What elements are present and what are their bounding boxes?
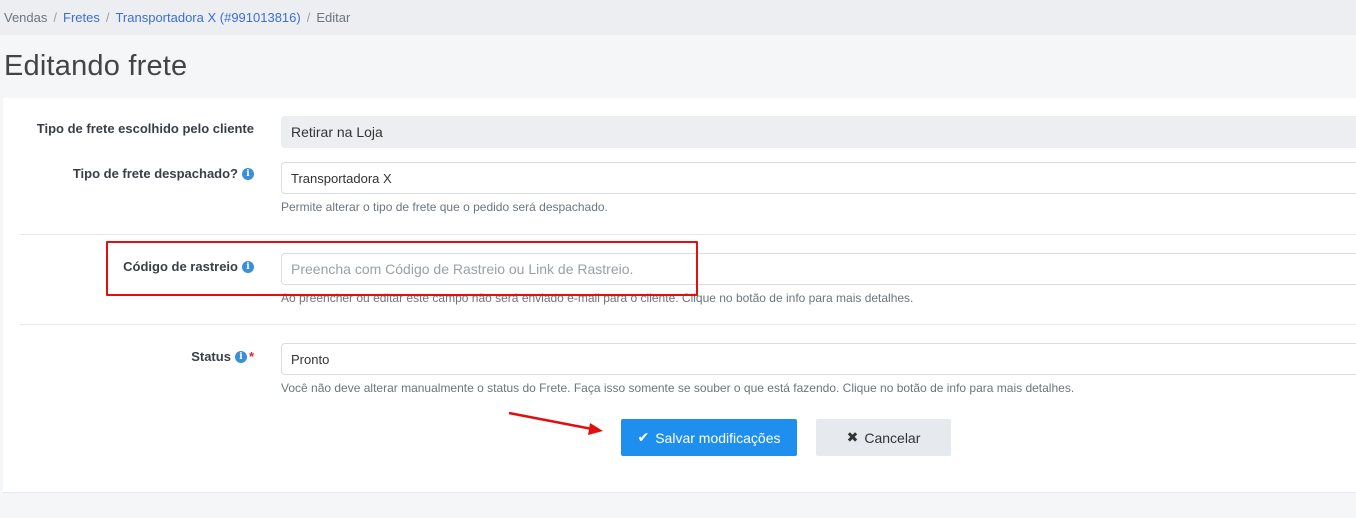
tipo-escolhido-label-text: Tipo de frete escolhido pelo cliente xyxy=(36,121,254,136)
tipo-despachado-value: Transportadora X xyxy=(291,170,392,186)
tipo-despachado-help: Permite alterar o tipo de frete que o pe… xyxy=(281,200,608,214)
status-label-text: Status xyxy=(191,349,231,364)
tipo-despachado-label-text: Tipo de frete despachado? xyxy=(72,166,238,181)
breadcrumb-separator: / xyxy=(306,10,311,25)
status-label: Status i * xyxy=(20,349,254,364)
required-marker: * xyxy=(248,349,254,364)
status-value: Pronto xyxy=(291,351,330,367)
tipo-escolhido-value: Retirar na Loja xyxy=(291,124,383,140)
breadcrumb-separator: / xyxy=(105,10,110,25)
cancel-button-label: Cancelar xyxy=(864,429,921,446)
cancel-button[interactable]: ✖ Cancelar xyxy=(816,419,951,456)
page-title: Editando frete xyxy=(4,50,188,82)
breadcrumb-item-vendas: Vendas xyxy=(4,10,48,25)
close-icon: ✖ xyxy=(846,429,859,445)
tipo-escolhido-label: Tipo de frete escolhido pelo cliente xyxy=(20,121,254,136)
status-select[interactable]: Pronto xyxy=(281,343,1356,375)
divider xyxy=(20,324,1356,325)
save-button[interactable]: ✔ Salvar modificações xyxy=(621,419,797,456)
info-icon[interactable]: i xyxy=(234,350,247,363)
status-help: Você não deve alterar manualmente o stat… xyxy=(281,381,1075,395)
tipo-despachado-select[interactable]: Transportadora X xyxy=(281,162,1356,194)
check-icon: ✔ xyxy=(637,429,650,445)
highlight-annotation-box xyxy=(106,241,698,296)
breadcrumb-item-editar: Editar xyxy=(316,10,351,25)
tipo-despachado-label: Tipo de frete despachado? i xyxy=(20,166,254,181)
breadcrumb-item-transportadora[interactable]: Transportadora X (#991013816) xyxy=(115,10,300,25)
annotation-arrow-icon xyxy=(508,411,603,435)
breadcrumb-item-fretes[interactable]: Fretes xyxy=(63,10,100,25)
info-icon[interactable]: i xyxy=(242,167,254,180)
divider xyxy=(20,234,1356,235)
breadcrumb: Vendas / Fretes / Transportadora X (#991… xyxy=(0,0,1356,35)
breadcrumb-separator: / xyxy=(53,10,57,25)
save-button-label: Salvar modificações xyxy=(655,429,781,446)
tipo-escolhido-field: Retirar na Loja xyxy=(281,116,1356,148)
